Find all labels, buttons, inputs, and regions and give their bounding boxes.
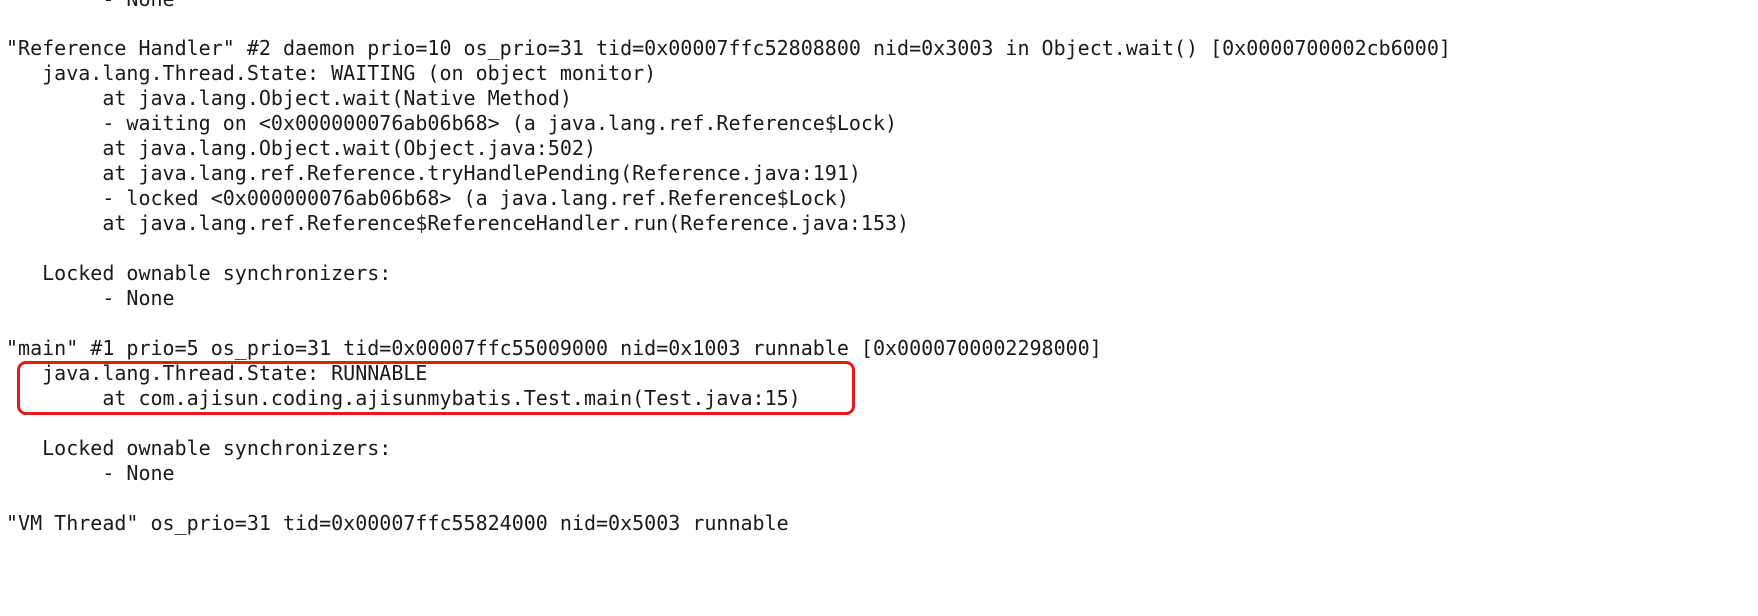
terminal-output: - None "Reference Handler" #2 daemon pri… bbox=[0, 0, 1758, 616]
terminal-line: - None bbox=[6, 0, 174, 12]
terminal-line: java.lang.Thread.State: RUNNABLE bbox=[6, 361, 428, 385]
terminal-line: Locked ownable synchronizers: bbox=[6, 261, 392, 285]
terminal-line: - locked <0x000000076ab06b68> (a java.la… bbox=[6, 186, 849, 210]
terminal-line: at java.lang.ref.Reference$ReferenceHand… bbox=[6, 211, 910, 235]
terminal-line: at java.lang.Object.wait(Native Method) bbox=[6, 86, 572, 110]
terminal-line: - None bbox=[6, 461, 175, 485]
terminal-line: java.lang.Thread.State: WAITING (on obje… bbox=[6, 61, 657, 85]
terminal-line: at java.lang.Object.wait(Object.java:502… bbox=[6, 136, 597, 160]
terminal-line: "main" #1 prio=5 os_prio=31 tid=0x00007f… bbox=[6, 336, 1102, 360]
terminal-line: at java.lang.ref.Reference.tryHandlePend… bbox=[6, 161, 861, 185]
terminal-line: Locked ownable synchronizers: bbox=[6, 436, 392, 460]
terminal-line: at com.ajisun.coding.ajisunmybatis.Test.… bbox=[6, 386, 801, 410]
terminal-line: "Reference Handler" #2 daemon prio=10 os… bbox=[6, 36, 1451, 60]
terminal-line: - None bbox=[6, 286, 175, 310]
terminal-line: - waiting on <0x000000076ab06b68> (a jav… bbox=[6, 111, 898, 135]
terminal-line: "VM Thread" os_prio=31 tid=0x00007ffc558… bbox=[6, 511, 789, 535]
